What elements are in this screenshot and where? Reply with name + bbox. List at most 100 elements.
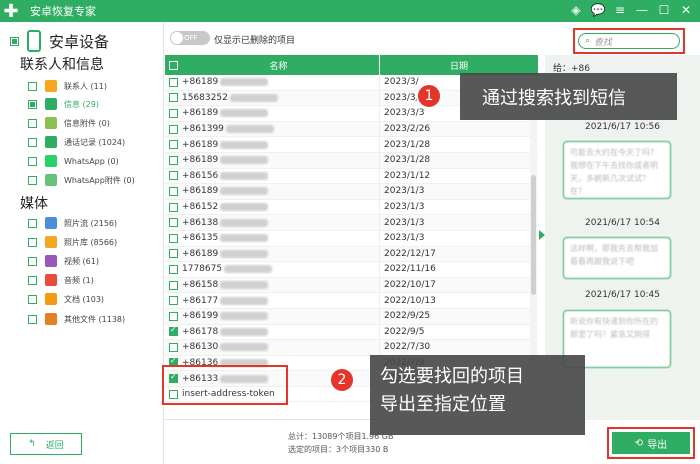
row-name: +86189 bbox=[182, 186, 219, 197]
row-date: 2023/2/26 bbox=[379, 121, 538, 137]
table-row[interactable]: +86189 2023/1/28 bbox=[165, 152, 538, 169]
sidebar-item[interactable]: 音频 (1) bbox=[28, 272, 94, 288]
table-row[interactable]: +86156 2023/1/12 bbox=[165, 168, 538, 185]
row-checkbox[interactable] bbox=[169, 249, 178, 259]
sidebar-item-checkbox[interactable] bbox=[28, 256, 37, 266]
row-checkbox[interactable] bbox=[169, 233, 178, 243]
sidebar-item-checkbox[interactable] bbox=[28, 275, 37, 285]
menu-icon[interactable]: ≡ bbox=[612, 2, 628, 18]
row-date: 2023/1/3 bbox=[379, 230, 538, 246]
table-row[interactable]: +86152 2023/1/3 bbox=[165, 199, 538, 216]
row-date: 2022/12/17 bbox=[379, 246, 538, 262]
row-checkbox[interactable] bbox=[169, 186, 178, 196]
row-checkbox[interactable] bbox=[169, 155, 178, 165]
audio-icon bbox=[45, 274, 57, 286]
sidebar-item-label: 联系人 (11) bbox=[64, 81, 107, 91]
sidebar-item-checkbox[interactable] bbox=[28, 99, 37, 109]
table-row[interactable]: +86158 2022/10/17 bbox=[165, 277, 538, 294]
minimize-icon[interactable]: — bbox=[634, 2, 650, 18]
table-row[interactable]: +86138 2023/1/3 bbox=[165, 215, 538, 231]
step1-badge: 1 bbox=[416, 83, 442, 109]
row-checkbox[interactable] bbox=[169, 296, 178, 306]
sidebar-item-checkbox[interactable] bbox=[28, 314, 37, 324]
column-date-header[interactable]: 日期 bbox=[379, 55, 538, 75]
device-row[interactable]: 安卓设备 bbox=[10, 30, 109, 52]
row-name: +86189 bbox=[182, 108, 219, 119]
wifi-icon[interactable]: ◈ bbox=[568, 2, 584, 18]
redacted-number bbox=[220, 296, 269, 305]
sidebar-item-checkbox[interactable] bbox=[28, 137, 37, 147]
message-bubble: 可能去大约在今天了吗？我想在下午去找你或者明天，多刷新几次试试？ 在？ bbox=[563, 141, 671, 199]
deleted-only-toggle[interactable]: OFF bbox=[170, 31, 210, 45]
table-row[interactable]: +86189 2022/12/17 bbox=[165, 246, 538, 263]
sidebar-item-checkbox[interactable] bbox=[28, 81, 37, 91]
redacted-number bbox=[220, 249, 269, 258]
row-checkbox[interactable] bbox=[169, 342, 178, 352]
sidebar-item[interactable]: 其他文件 (1138) bbox=[28, 311, 125, 327]
back-button[interactable]: ↰ 返回 bbox=[10, 433, 82, 455]
table-row[interactable]: +86130 2022/7/30 bbox=[165, 340, 538, 356]
table-row[interactable]: +86189 2023/1/28 bbox=[165, 137, 538, 153]
sidebar-item-checkbox[interactable] bbox=[28, 237, 37, 247]
sidebar-item[interactable]: 文档 (103) bbox=[28, 291, 104, 307]
step1-callout: 通过搜索找到短信 bbox=[460, 73, 677, 120]
sidebar-item-label: 信息附件 (0) bbox=[64, 118, 110, 128]
select-all-checkbox[interactable] bbox=[169, 60, 178, 70]
export-highlight-box: ⟲ 导出 bbox=[607, 427, 695, 459]
search-input[interactable]: ⌕ 查找 bbox=[578, 33, 680, 49]
table-row[interactable]: +86177 2022/10/13 bbox=[165, 293, 538, 309]
sidebar-item[interactable]: WhatsApp (0) bbox=[28, 153, 119, 169]
row-date: 2023/1/3 bbox=[379, 199, 538, 215]
row-checkbox[interactable] bbox=[169, 171, 178, 181]
sidebar-item[interactable]: 照片流 (2156) bbox=[28, 215, 117, 231]
row-checkbox[interactable] bbox=[169, 280, 178, 290]
redacted-number bbox=[220, 156, 269, 165]
sidebar-item-checkbox[interactable] bbox=[28, 294, 37, 304]
scrollbar-thumb[interactable] bbox=[531, 175, 536, 295]
sidebar-item[interactable]: 联系人 (11) bbox=[28, 78, 107, 94]
row-date: 2022/10/17 bbox=[379, 277, 538, 293]
step1-text: 通过搜索找到短信 bbox=[482, 87, 626, 109]
close-icon[interactable]: ✕ bbox=[678, 2, 694, 18]
phone-icon bbox=[27, 30, 41, 52]
row-checkbox[interactable] bbox=[169, 202, 178, 212]
row-checkbox[interactable] bbox=[169, 108, 178, 118]
row-checkbox[interactable] bbox=[169, 93, 178, 103]
table-row[interactable]: +86189 2023/1/3 bbox=[165, 184, 538, 200]
sidebar-item[interactable]: 照片库 (8566) bbox=[28, 234, 117, 250]
row-checkbox[interactable] bbox=[169, 140, 178, 150]
sidebar: 安卓设备 联系人和信息 媒体 联系人 (11) 信息 (29) 信息附件 (0) 通话… bbox=[0, 22, 164, 464]
row-checkbox[interactable] bbox=[169, 77, 178, 87]
sidebar-item[interactable]: WhatsApp附件 (0) bbox=[28, 172, 135, 188]
table-row[interactable]: +861399 2023/2/26 bbox=[165, 121, 538, 138]
sidebar-item-label: 音频 (1) bbox=[64, 275, 94, 285]
row-checkbox[interactable] bbox=[169, 311, 178, 321]
message-bubble: 这样啊，那我先去帮我加看看再跟我说下吧 bbox=[563, 237, 671, 279]
sidebar-item-label: 文档 (103) bbox=[64, 294, 105, 304]
table-row[interactable]: 1778675 2022/11/16 bbox=[165, 262, 538, 278]
table-row[interactable]: +86178 2022/9/5 bbox=[165, 324, 538, 341]
device-checkbox[interactable] bbox=[10, 36, 19, 46]
feedback-icon[interactable]: 💬 bbox=[590, 2, 606, 18]
sidebar-item-checkbox[interactable] bbox=[28, 175, 37, 185]
row-name: +86189 bbox=[182, 139, 219, 150]
sidebar-item[interactable]: 视频 (61) bbox=[28, 253, 99, 269]
table-row[interactable]: +86135 2023/1/3 bbox=[165, 230, 538, 247]
sidebar-item-checkbox[interactable] bbox=[28, 156, 37, 166]
sidebar-item[interactable]: 信息 (29) bbox=[28, 96, 99, 112]
sidebar-item[interactable]: 通话记录 (1024) bbox=[28, 134, 125, 150]
sidebar-item-checkbox[interactable] bbox=[28, 118, 37, 128]
row-checkbox[interactable] bbox=[169, 264, 178, 274]
export-button[interactable]: ⟲ 导出 bbox=[612, 432, 690, 454]
redacted-number bbox=[220, 234, 269, 243]
sidebar-item[interactable]: 信息附件 (0) bbox=[28, 115, 110, 131]
sidebar-item-checkbox[interactable] bbox=[28, 218, 37, 228]
column-name-header[interactable]: 名称 bbox=[178, 59, 379, 72]
row-checkbox[interactable] bbox=[169, 218, 178, 228]
table-row[interactable]: +86199 2022/9/25 bbox=[165, 308, 538, 325]
redacted-number bbox=[220, 109, 269, 118]
maximize-icon[interactable]: ☐ bbox=[656, 2, 672, 18]
row-name: +86158 bbox=[182, 280, 219, 291]
row-checkbox[interactable] bbox=[169, 327, 178, 337]
row-checkbox[interactable] bbox=[169, 124, 178, 134]
